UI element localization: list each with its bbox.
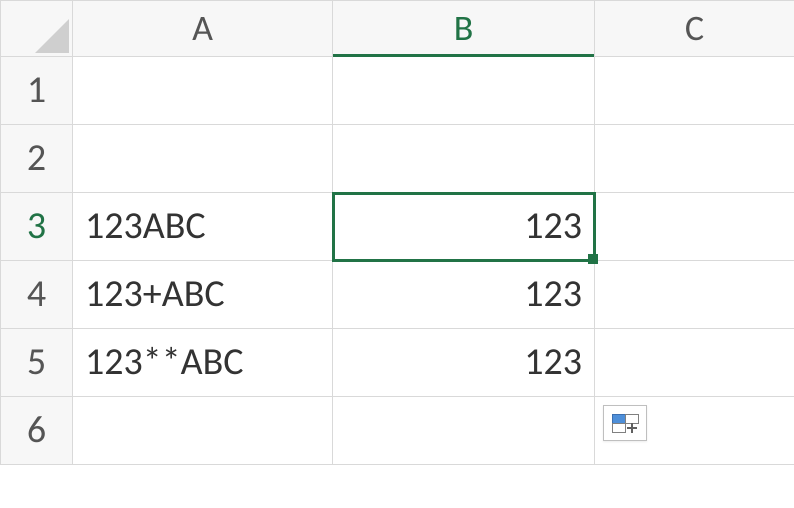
row-3: 3 123ABC 123 xyxy=(1,193,794,261)
cell-a6[interactable] xyxy=(73,397,333,465)
cell-b1[interactable] xyxy=(333,57,595,125)
col-header-c[interactable]: C xyxy=(595,1,794,57)
row-1: 1 xyxy=(1,57,794,125)
cell-a3[interactable]: 123ABC xyxy=(73,193,333,261)
cell-b4[interactable]: 123 xyxy=(333,261,595,329)
row-header-5[interactable]: 5 xyxy=(1,329,73,397)
cell-a2[interactable] xyxy=(73,125,333,193)
row-header-4[interactable]: 4 xyxy=(1,261,73,329)
auto-fill-options-button[interactable] xyxy=(603,405,647,441)
row-header-3[interactable]: 3 xyxy=(1,193,73,261)
cell-c5[interactable] xyxy=(595,329,794,397)
auto-fill-options-icon xyxy=(612,414,638,432)
row-header-6[interactable]: 6 xyxy=(1,397,73,465)
cell-c3[interactable] xyxy=(595,193,794,261)
col-header-a[interactable]: A xyxy=(73,1,333,57)
spreadsheet: A B C 1 2 3 123ABC 123 4 123+ABC 123 xyxy=(0,0,794,508)
cell-b6[interactable] xyxy=(333,397,595,465)
cell-b2[interactable] xyxy=(333,125,595,193)
cell-grid[interactable]: A B C 1 2 3 123ABC 123 4 123+ABC 123 xyxy=(0,0,794,465)
select-all-corner[interactable] xyxy=(1,1,73,57)
row-header-2[interactable]: 2 xyxy=(1,125,73,193)
cell-c1[interactable] xyxy=(595,57,794,125)
cell-b5[interactable]: 123 xyxy=(333,329,595,397)
row-5: 5 123**ABC 123 xyxy=(1,329,794,397)
cell-c2[interactable] xyxy=(595,125,794,193)
row-6: 6 xyxy=(1,397,794,465)
cell-a1[interactable] xyxy=(73,57,333,125)
row-2: 2 xyxy=(1,125,794,193)
column-header-row: A B C xyxy=(1,1,794,57)
cell-a4[interactable]: 123+ABC xyxy=(73,261,333,329)
cell-c4[interactable] xyxy=(595,261,794,329)
cell-a5[interactable]: 123**ABC xyxy=(73,329,333,397)
col-header-b[interactable]: B xyxy=(333,1,595,57)
cell-b3[interactable]: 123 xyxy=(333,193,595,261)
row-header-1[interactable]: 1 xyxy=(1,57,73,125)
row-4: 4 123+ABC 123 xyxy=(1,261,794,329)
